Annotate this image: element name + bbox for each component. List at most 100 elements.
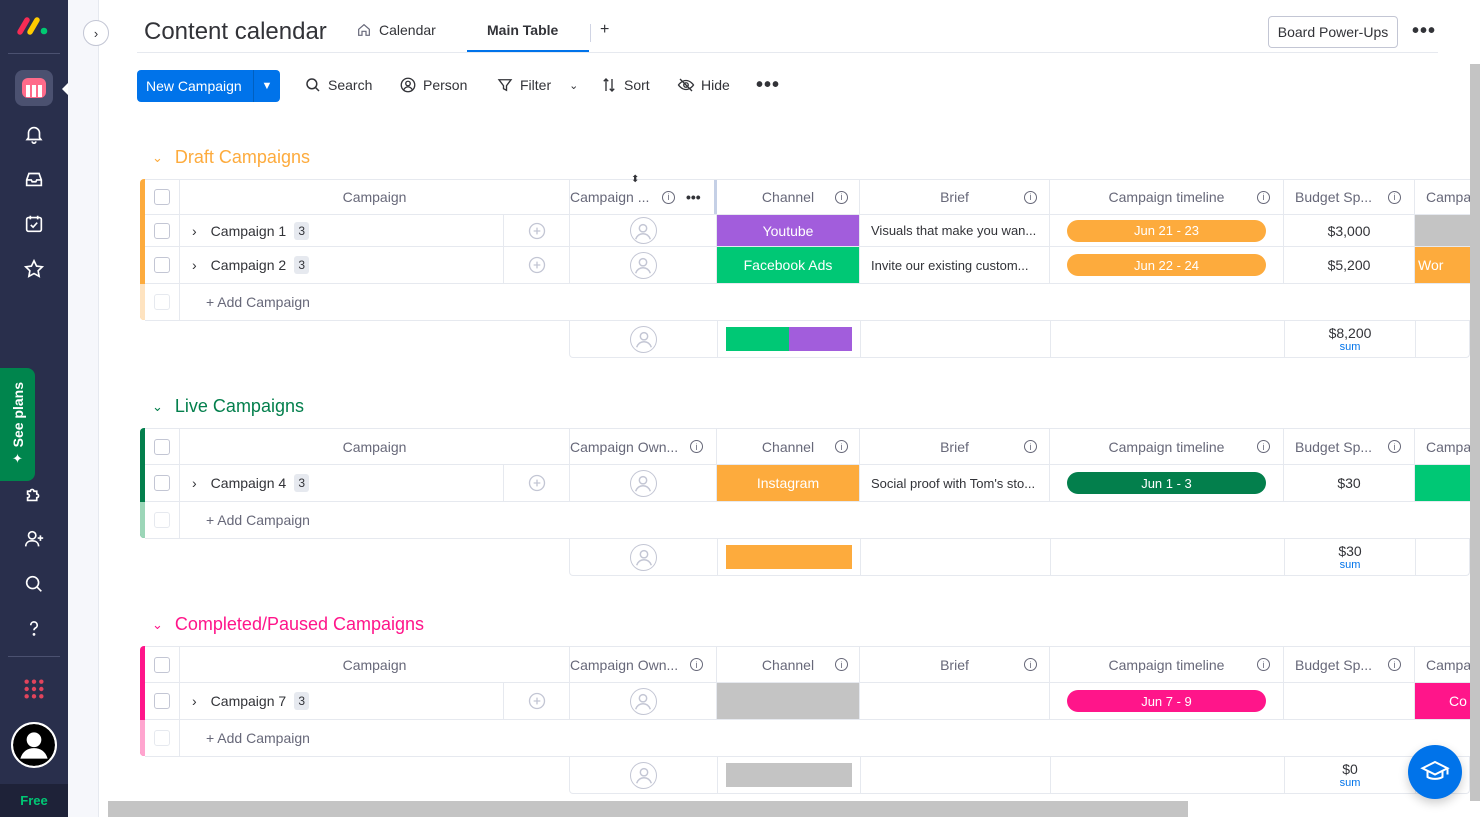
info-icon[interactable]: i	[1024, 658, 1037, 671]
collapse-chevron-icon[interactable]: ⌄	[152, 399, 163, 415]
add-item-row[interactable]: + Add Campaign	[140, 720, 1470, 757]
subitems-count-badge[interactable]: 3	[294, 692, 310, 710]
column-header-channel[interactable]: Channel i	[717, 180, 860, 214]
item-name[interactable]: Campaign 2	[211, 257, 287, 273]
column-header-item[interactable]: Campaign	[180, 180, 570, 214]
column-header-budget[interactable]: Budget Sp... i	[1284, 180, 1415, 214]
board-title[interactable]: Content calendar	[144, 18, 327, 46]
collapse-chevron-icon[interactable]: ⌄	[152, 150, 163, 166]
see-plans-button[interactable]: See plans ✦	[0, 368, 35, 481]
budget-cell[interactable]: $3,000	[1284, 215, 1415, 246]
subitems-count-badge[interactable]: 3	[294, 474, 310, 492]
table-row[interactable]: › Campaign 2 3 Facebook Ads Invite our e…	[145, 247, 1470, 284]
info-icon[interactable]: i	[835, 440, 848, 453]
info-icon[interactable]: i	[662, 190, 675, 204]
info-icon[interactable]: i	[1388, 190, 1401, 204]
owner-cell[interactable]	[570, 247, 717, 283]
channel-distribution-bar[interactable]	[718, 321, 861, 357]
select-all-checkbox[interactable]	[145, 180, 180, 214]
item-name[interactable]: Campaign 4	[211, 475, 287, 491]
filter-button[interactable]: Filter ⌄	[496, 76, 578, 94]
status-cell[interactable]	[1415, 465, 1470, 501]
group-title[interactable]: Completed/Paused Campaigns	[175, 614, 424, 635]
chevron-down-icon[interactable]: ⌄	[569, 79, 578, 92]
status-cell[interactable]: Wor	[1415, 247, 1470, 283]
item-name-cell[interactable]: › Campaign 2 3	[180, 247, 504, 283]
hide-columns-button[interactable]: Hide	[677, 76, 730, 94]
item-name[interactable]: Campaign 7	[211, 693, 287, 709]
tab-calendar[interactable]: Calendar	[356, 22, 436, 38]
add-item-input[interactable]: + Add Campaign	[206, 502, 310, 538]
info-icon[interactable]: i	[690, 658, 703, 671]
budget-sum[interactable]: $0 sum	[1285, 757, 1416, 793]
column-header-timeline[interactable]: Campaign timeline i	[1050, 180, 1284, 214]
column-header-more[interactable]: Campa	[1415, 647, 1471, 682]
add-item-row[interactable]: + Add Campaign	[140, 284, 1470, 321]
info-icon[interactable]: i	[835, 658, 848, 671]
add-item-input[interactable]: + Add Campaign	[206, 284, 310, 320]
column-header-timeline[interactable]: Campaign timeline i	[1050, 429, 1284, 464]
info-icon[interactable]: i	[1024, 440, 1037, 453]
table-row[interactable]: › Campaign 1 3 Youtube Visuals that make…	[145, 215, 1470, 247]
invite-members-icon[interactable]	[20, 525, 48, 553]
expand-chevron-icon[interactable]: ›	[192, 693, 197, 709]
status-cell[interactable]	[1415, 215, 1470, 246]
budget-cell[interactable]: $30	[1284, 465, 1415, 501]
brief-cell[interactable]: Social proof with Tom's sto...	[860, 465, 1050, 501]
budget-sum[interactable]: $8,200 sum	[1285, 321, 1416, 357]
table-row[interactable]: › Campaign 7 3 Jun 7 - 9 Co	[145, 683, 1470, 720]
select-all-checkbox[interactable]	[145, 429, 180, 464]
row-checkbox[interactable]	[145, 465, 180, 501]
board-menu-dots-icon[interactable]: •••	[1412, 20, 1436, 43]
row-checkbox[interactable]	[145, 720, 180, 756]
add-view-button[interactable]: +	[600, 21, 609, 39]
column-menu-dots-icon[interactable]: •••	[686, 189, 701, 205]
workspace-icon[interactable]	[15, 70, 53, 106]
toolbar-more-dots-icon[interactable]: •••	[756, 74, 780, 97]
column-header-brief[interactable]: Brief i	[860, 180, 1050, 214]
budget-cell[interactable]: $5,200	[1284, 247, 1415, 283]
add-update-button[interactable]	[504, 215, 570, 246]
board-powerups-button[interactable]: Board Power-Ups	[1268, 16, 1398, 48]
group-title[interactable]: Live Campaigns	[175, 396, 304, 417]
group-header-draft[interactable]: ⌄ Draft Campaigns	[152, 147, 310, 168]
row-checkbox[interactable]	[145, 215, 180, 246]
help-question-icon[interactable]	[20, 614, 48, 642]
info-icon[interactable]: i	[1024, 190, 1037, 204]
subitems-count-badge[interactable]: 3	[294, 256, 310, 274]
user-avatar[interactable]	[11, 722, 57, 768]
vertical-scrollbar[interactable]	[1470, 64, 1480, 801]
channel-cell[interactable]	[717, 683, 860, 719]
group-title[interactable]: Draft Campaigns	[175, 147, 310, 168]
column-header-owner[interactable]: Campaign Own... i	[570, 647, 717, 682]
column-header-brief[interactable]: Brief i	[860, 429, 1050, 464]
info-icon[interactable]: i	[1257, 190, 1270, 204]
column-header-more[interactable]: Campa	[1415, 429, 1471, 464]
column-header-channel[interactable]: Channel i	[717, 647, 860, 682]
monday-logo[interactable]	[16, 12, 52, 38]
group-header-live[interactable]: ⌄ Live Campaigns	[152, 396, 304, 417]
expand-panel-chevron-icon[interactable]: ›	[83, 20, 109, 46]
info-icon[interactable]: i	[1388, 440, 1401, 453]
add-update-button[interactable]	[504, 465, 570, 501]
column-header-timeline[interactable]: Campaign timeline i	[1050, 647, 1284, 682]
info-icon[interactable]: i	[1257, 658, 1270, 671]
chevron-down-icon[interactable]: ▼	[254, 80, 280, 92]
add-item-row[interactable]: + Add Campaign	[140, 502, 1470, 539]
brief-cell[interactable]: Invite our existing custom...	[860, 247, 1050, 283]
my-work-icon[interactable]	[20, 210, 48, 238]
expand-chevron-icon[interactable]: ›	[192, 223, 197, 239]
column-header-owner[interactable]: Campaign Own... i	[570, 429, 717, 464]
person-filter-button[interactable]: Person	[399, 76, 467, 94]
sort-button[interactable]: Sort	[600, 76, 650, 94]
new-item-button[interactable]: New Campaign ▼	[137, 70, 280, 102]
budget-cell[interactable]	[1284, 683, 1415, 719]
column-header-owner[interactable]: Campaign ... i ••• ⬍	[570, 174, 717, 214]
row-checkbox[interactable]	[145, 502, 180, 538]
timeline-cell[interactable]: Jun 1 - 3	[1050, 465, 1284, 501]
select-all-checkbox[interactable]	[145, 647, 180, 682]
subitems-count-badge[interactable]: 3	[294, 221, 310, 240]
favorites-star-icon[interactable]	[20, 255, 48, 283]
table-row[interactable]: › Campaign 4 3 Instagram Social proof wi…	[145, 465, 1470, 502]
column-header-item[interactable]: Campaign	[180, 647, 570, 682]
